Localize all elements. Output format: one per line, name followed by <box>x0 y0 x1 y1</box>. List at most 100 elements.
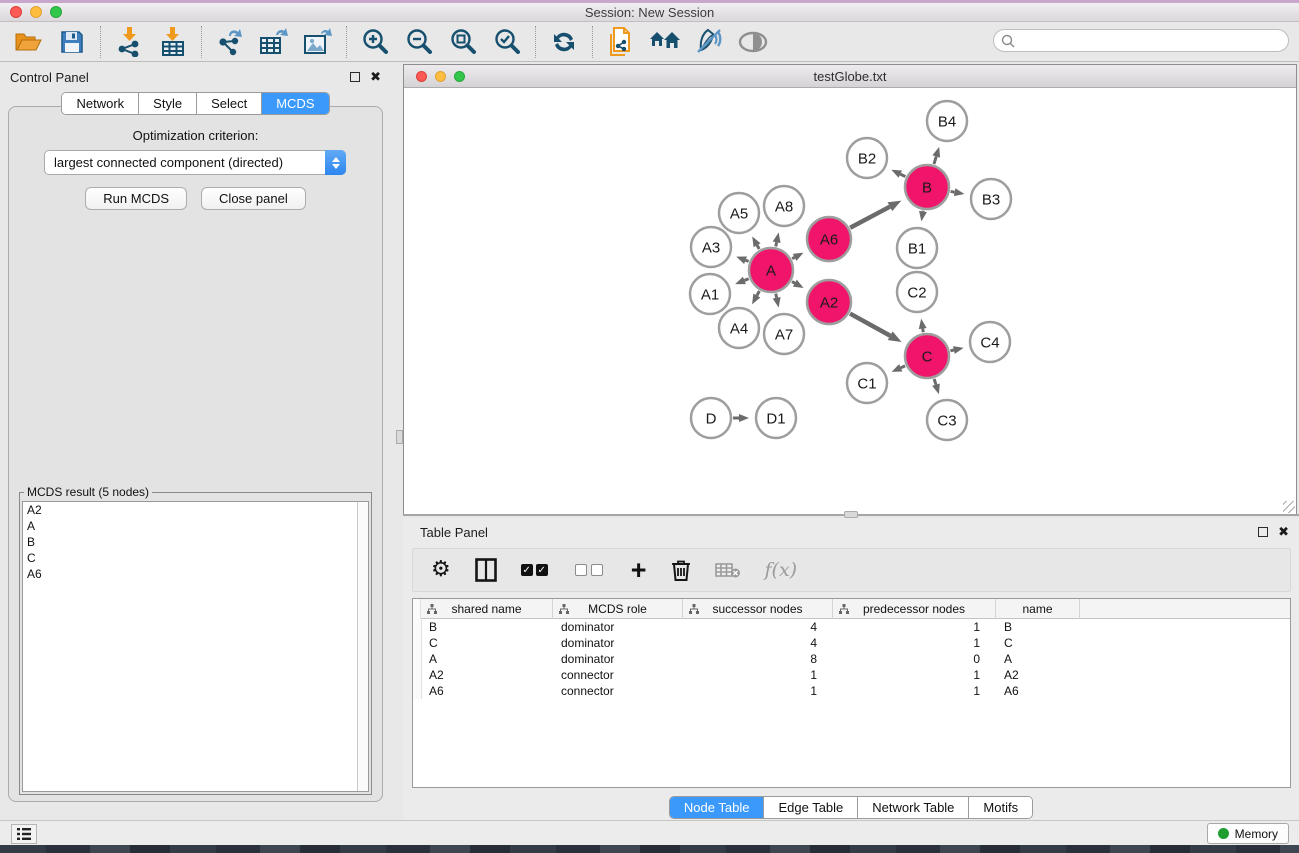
graph-node-B1[interactable]: B1 <box>897 228 937 268</box>
search-input[interactable] <box>1015 33 1288 48</box>
graph-node-A8[interactable]: A8 <box>764 186 804 226</box>
tab-edge-table[interactable]: Edge Table <box>764 797 858 818</box>
zoom-out-icon[interactable] <box>403 26 435 58</box>
table-row[interactable]: A2connector11A2 <box>413 667 1290 683</box>
graph-node-A2[interactable]: A2 <box>807 280 851 324</box>
tab-mcds[interactable]: MCDS <box>262 93 328 114</box>
table-cell[interactable]: 1 <box>833 667 996 683</box>
network-window-titlebar[interactable]: testGlobe.txt <box>404 65 1296 88</box>
show-hide-icon[interactable] <box>737 26 769 58</box>
result-list-item[interactable]: C <box>23 550 368 566</box>
table-cell[interactable]: dominator <box>553 651 683 667</box>
graph-node-D1[interactable]: D1 <box>756 398 796 438</box>
graph-node-C1[interactable]: C1 <box>847 363 887 403</box>
table-cell[interactable]: 1 <box>833 619 996 635</box>
criterion-dropdown[interactable]: largest connected component (directed) <box>44 150 346 175</box>
float-table-panel-icon[interactable] <box>1258 527 1268 537</box>
table-row[interactable]: Adominator80A <box>413 651 1290 667</box>
table-cell[interactable]: A2 <box>996 667 1080 683</box>
export-table-icon[interactable] <box>258 26 290 58</box>
table-cell[interactable]: C <box>996 635 1080 651</box>
refresh-layout-icon[interactable] <box>548 26 580 58</box>
graph-node-B2[interactable]: B2 <box>847 138 887 178</box>
graph-node-C4[interactable]: C4 <box>970 322 1010 362</box>
table-cell[interactable]: A <box>421 651 553 667</box>
tab-network-table[interactable]: Network Table <box>858 797 969 818</box>
table-cell[interactable]: B <box>996 619 1080 635</box>
network-canvas[interactable]: B4B2BB3B1A5A8A6A3AA1A2C2A4A7CC4C1C3DD1 <box>404 88 1296 514</box>
column-header-successor-nodes[interactable]: successor nodes <box>683 599 833 619</box>
import-network-icon[interactable] <box>113 26 145 58</box>
graph-node-A6[interactable]: A6 <box>807 217 851 261</box>
show-columns-icon[interactable] <box>475 555 497 585</box>
column-header-shared-name[interactable]: shared name <box>421 599 553 619</box>
column-header-predecessor-nodes[interactable]: predecessor nodes <box>833 599 996 619</box>
tab-network[interactable]: Network <box>62 93 139 114</box>
window-resize-grip[interactable] <box>1283 501 1295 513</box>
horizontal-divider-handle[interactable] <box>844 511 858 518</box>
close-panel-icon[interactable]: ✖ <box>370 72 381 82</box>
table-cell[interactable]: 0 <box>833 651 996 667</box>
run-mcds-button[interactable]: Run MCDS <box>85 187 187 210</box>
tab-node-table[interactable]: Node Table <box>670 797 765 818</box>
result-list-item[interactable]: A <box>23 518 368 534</box>
table-cell[interactable]: 1 <box>683 683 833 699</box>
export-image-icon[interactable] <box>302 26 334 58</box>
table-cell[interactable]: 1 <box>833 635 996 651</box>
delete-column-icon[interactable] <box>671 555 691 585</box>
graph-node-D[interactable]: D <box>691 398 731 438</box>
deselect-all-columns-icon[interactable] <box>575 555 607 585</box>
result-list-scrollbar[interactable] <box>357 502 368 791</box>
clone-network-icon[interactable] <box>605 26 637 58</box>
hide-graphics-icon[interactable] <box>693 26 725 58</box>
graph-node-A3[interactable]: A3 <box>691 227 731 267</box>
close-panel-button[interactable]: Close panel <box>201 187 306 210</box>
add-column-icon[interactable]: + <box>631 555 647 585</box>
graph-node-C[interactable]: C <box>905 334 949 378</box>
graph-node-B4[interactable]: B4 <box>927 101 967 141</box>
float-panel-icon[interactable] <box>350 72 360 82</box>
table-row[interactable]: Bdominator41B <box>413 619 1290 635</box>
table-cell[interactable]: 1 <box>833 683 996 699</box>
save-session-icon[interactable] <box>56 26 88 58</box>
table-cell[interactable]: dominator <box>553 619 683 635</box>
table-cell[interactable]: dominator <box>553 635 683 651</box>
table-cell[interactable]: 1 <box>683 667 833 683</box>
graph-node-C2[interactable]: C2 <box>897 272 937 312</box>
table-row[interactable]: A6connector11A6 <box>413 683 1290 699</box>
function-builder-icon[interactable]: f(x) <box>765 555 798 585</box>
table-cell[interactable]: A2 <box>421 667 553 683</box>
zoom-fit-icon[interactable] <box>447 26 479 58</box>
graph-node-B3[interactable]: B3 <box>971 179 1011 219</box>
close-table-panel-icon[interactable]: ✖ <box>1278 527 1289 537</box>
table-cell[interactable]: A6 <box>421 683 553 699</box>
zoom-in-icon[interactable] <box>359 26 391 58</box>
tab-style[interactable]: Style <box>139 93 197 114</box>
table-cell[interactable]: 4 <box>683 619 833 635</box>
result-list-item[interactable]: A2 <box>23 502 368 518</box>
delete-table-icon[interactable] <box>715 555 741 585</box>
table-cell[interactable]: 4 <box>683 635 833 651</box>
table-cell[interactable]: C <box>421 635 553 651</box>
select-all-columns-icon[interactable]: ✓✓ <box>521 555 551 585</box>
table-cell[interactable]: A <box>996 651 1080 667</box>
graph-node-B[interactable]: B <box>905 165 949 209</box>
result-list-item[interactable]: B <box>23 534 368 550</box>
tab-select[interactable]: Select <box>197 93 262 114</box>
node-table[interactable]: shared nameMCDS rolesuccessor nodesprede… <box>412 598 1291 788</box>
tab-motifs[interactable]: Motifs <box>969 797 1032 818</box>
mcds-result-list[interactable]: A2ABCA6 <box>22 501 369 792</box>
graph-node-A5[interactable]: A5 <box>719 193 759 233</box>
table-row[interactable]: Cdominator41C <box>413 635 1290 651</box>
open-session-icon[interactable] <box>12 26 44 58</box>
result-list-item[interactable]: A6 <box>23 566 368 582</box>
table-settings-gear-icon[interactable]: ⚙ <box>431 555 451 585</box>
table-cell[interactable]: connector <box>553 667 683 683</box>
task-history-button[interactable] <box>11 824 37 844</box>
column-header-name[interactable]: name <box>996 599 1080 619</box>
home-icon[interactable] <box>649 26 681 58</box>
table-cell[interactable]: connector <box>553 683 683 699</box>
graph-node-A7[interactable]: A7 <box>764 314 804 354</box>
import-table-icon[interactable] <box>157 26 189 58</box>
table-cell[interactable]: A6 <box>996 683 1080 699</box>
